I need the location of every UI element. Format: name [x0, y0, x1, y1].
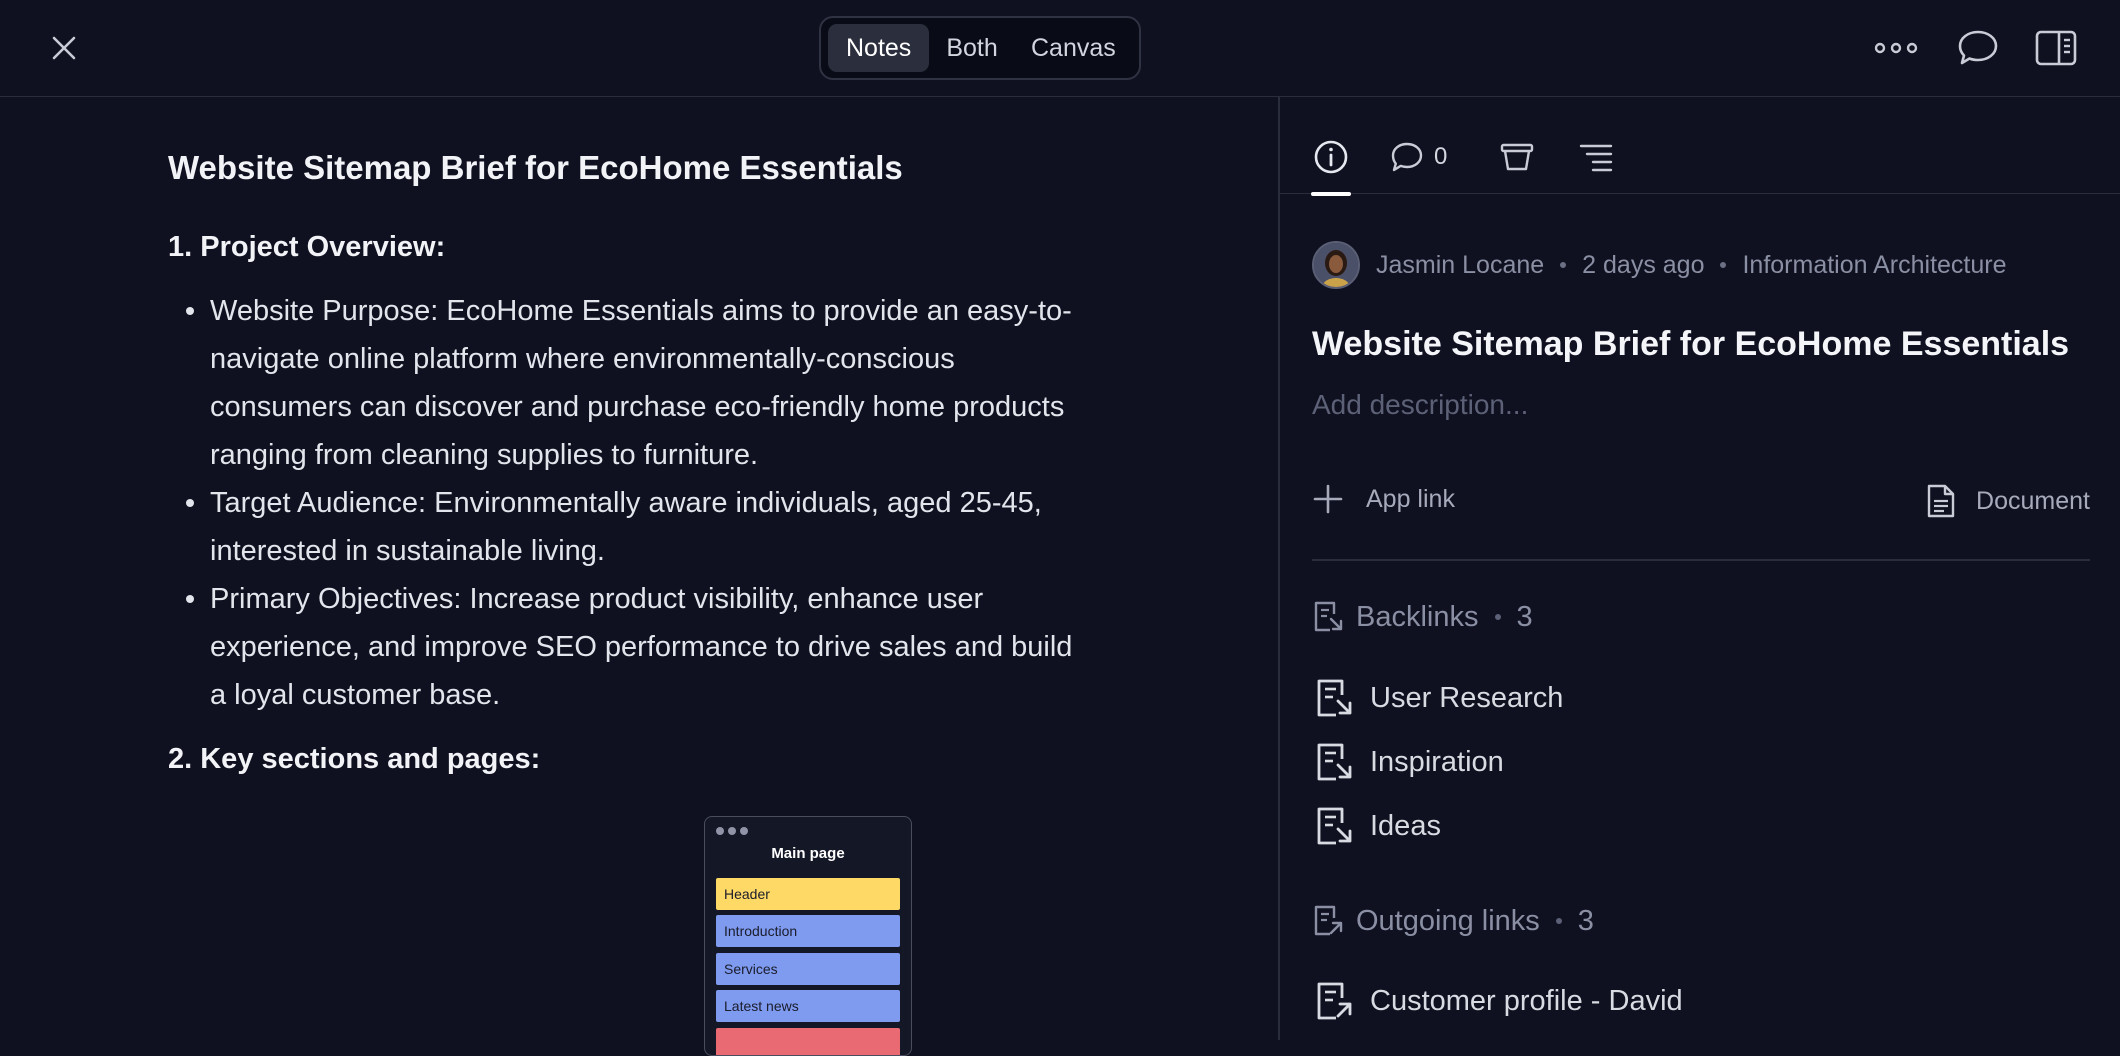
view-notes-tab[interactable]: Notes [828, 24, 930, 72]
backlinks-count: 3 [1516, 600, 1533, 633]
toggle-side-panel-button[interactable] [2030, 24, 2082, 72]
backlink-label: User Research [1370, 681, 1564, 714]
comments-button[interactable] [1952, 24, 2004, 72]
top-bar: Notes Both Canvas [0, 0, 2120, 97]
outline-icon [1579, 144, 1613, 172]
sitemap-embed[interactable]: Main page Header Introduction Services L… [704, 816, 912, 1056]
modified-time: 2 days ago [1582, 250, 1705, 279]
description-input[interactable]: Add description... [1312, 389, 1528, 421]
list-item: Website Purpose: EcoHome Essentials aims… [186, 287, 1090, 479]
backlink-icon [1317, 679, 1352, 717]
view-switcher: Notes Both Canvas [819, 16, 1141, 80]
panel-title[interactable]: Website Sitemap Brief for EcoHome Essent… [1312, 325, 2069, 364]
separator-dot [1555, 918, 1562, 924]
close-button[interactable] [44, 28, 84, 68]
view-both-tab[interactable]: Both [929, 24, 1014, 72]
separator-dot [1560, 262, 1567, 268]
overview-list: Website Purpose: EcoHome Essentials aims… [186, 287, 1090, 719]
sitemap-block-footer [716, 1028, 900, 1055]
document-button[interactable]: Document [1926, 483, 2090, 519]
list-item: Primary Objectives: Increase product vis… [186, 575, 1090, 719]
backlink-label: Ideas [1370, 809, 1441, 842]
category-tag[interactable]: Information Architecture [1742, 251, 2006, 280]
more-icon [1874, 42, 1918, 54]
backlink-item[interactable]: User Research [1314, 674, 1563, 722]
section-heading-key-sections: 2. Key sections and pages: [168, 743, 541, 775]
avatar[interactable] [1312, 241, 1360, 289]
backlink-icon [1317, 807, 1352, 845]
trash-icon [1500, 143, 1534, 171]
add-app-link-button[interactable]: App link [1312, 483, 1455, 515]
view-canvas-tab[interactable]: Canvas [1015, 24, 1132, 72]
author-name[interactable]: Jasmin Locane [1376, 251, 1544, 280]
document-label: Document [1976, 486, 2090, 515]
backlinks-label: Backlinks [1356, 600, 1479, 633]
app-link-label: App link [1366, 484, 1455, 513]
info-icon [1314, 140, 1348, 174]
tab-info[interactable] [1311, 139, 1351, 196]
sitemap-block-services: Services [716, 953, 900, 985]
more-button[interactable] [1870, 24, 1922, 72]
separator-dot [1494, 614, 1501, 620]
tab-trash[interactable] [1497, 139, 1537, 175]
plus-icon [1313, 484, 1343, 514]
outgoing-link-label: Customer profile - David [1370, 984, 1683, 1017]
link-actions: App link Document [1312, 483, 2090, 523]
backlink-item[interactable]: Inspiration [1314, 738, 1504, 786]
tab-outline[interactable] [1576, 139, 1616, 175]
sitemap-block-latest-news: Latest news [716, 990, 900, 1022]
panel-icon [2035, 30, 2077, 66]
sitemap-title: Main page [771, 845, 845, 862]
window-dots-icon [716, 827, 748, 835]
note-meta: Jasmin Locane 2 days ago Information Arc… [1312, 241, 2007, 289]
tab-comments[interactable]: 0 [1390, 139, 1447, 175]
backlink-icon [1314, 601, 1343, 632]
outgoing-link-icon [1314, 905, 1343, 936]
list-item: Target Audience: Environmentally aware i… [186, 479, 1090, 575]
outgoing-links-count: 3 [1577, 904, 1594, 937]
sitemap-block-header: Header [716, 878, 900, 910]
note-title[interactable]: Website Sitemap Brief for EcoHome Essent… [168, 149, 903, 187]
comment-icon [1391, 142, 1423, 172]
side-panel-tabs: 0 [1280, 97, 2120, 196]
section-heading-overview: 1. Project Overview: [168, 231, 446, 263]
outgoing-links-header[interactable]: Outgoing links 3 [1312, 901, 1594, 941]
backlink-label: Inspiration [1370, 745, 1504, 778]
document-icon [1927, 484, 1955, 518]
backlinks-header[interactable]: Backlinks 3 [1312, 597, 1533, 637]
sitemap-block-introduction: Introduction [716, 915, 900, 947]
chat-icon [1958, 30, 1998, 65]
outgoing-links-label: Outgoing links [1356, 904, 1540, 937]
outgoing-link-icon [1317, 982, 1352, 1020]
divider [1312, 559, 2090, 561]
separator-dot [1720, 262, 1727, 268]
backlink-item[interactable]: Ideas [1314, 802, 1441, 850]
close-icon [52, 36, 76, 60]
backlink-icon [1317, 743, 1352, 781]
side-panel: 0 Jasmin Locane 2 days ago Information A… [1280, 97, 2120, 1040]
outgoing-link-item[interactable]: Customer profile - David [1314, 977, 1683, 1025]
comment-count: 0 [1434, 143, 1448, 170]
